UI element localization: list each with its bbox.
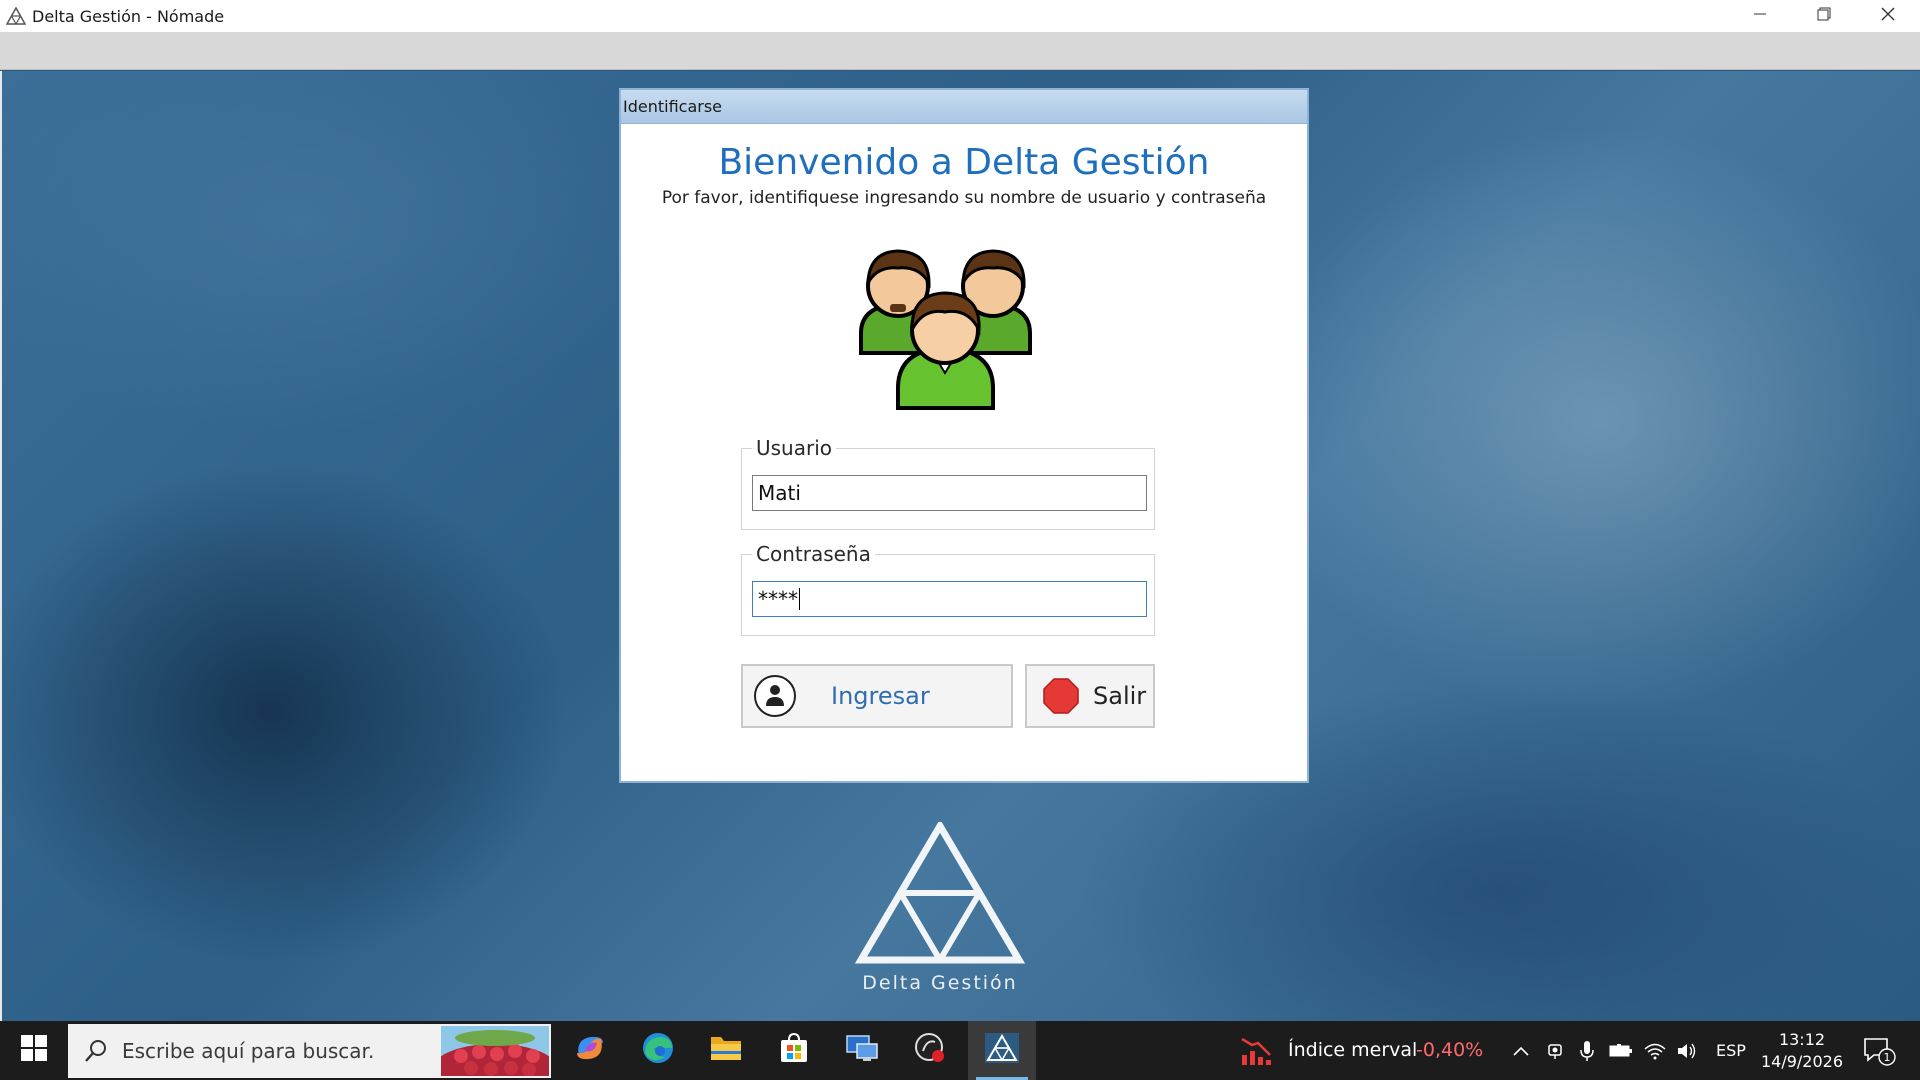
window-title: Delta Gestión - Nómade [32, 6, 225, 26]
welcome-heading: Bienvenido a Delta Gestión [718, 142, 1210, 183]
contrasena-label: Contraseña [752, 542, 875, 566]
password-input[interactable]: **** [752, 581, 1147, 617]
remote-desktop-button[interactable] [828, 1021, 896, 1080]
search-icon [82, 1037, 110, 1065]
delta-triangle-icon [854, 819, 1026, 964]
ingresar-label: Ingresar [831, 682, 930, 710]
restore-icon [1817, 7, 1831, 26]
file-explorer-button[interactable] [692, 1021, 760, 1080]
system-clock[interactable]: 13:12 14/9/2026 [1760, 1029, 1844, 1073]
microphone-icon[interactable] [1572, 1021, 1602, 1080]
edge-button[interactable] [624, 1021, 692, 1080]
text-caret [799, 588, 800, 610]
ingresar-button[interactable]: Ingresar [741, 664, 1013, 728]
dialog-title: Identificarse [621, 90, 1307, 124]
recorder-button[interactable] [896, 1021, 964, 1080]
user-circle-icon [753, 674, 797, 718]
login-dialog: Identificarse Bienvenido a Delta Gestión… [619, 88, 1309, 783]
delta-gestion-taskbar-button[interactable] [968, 1021, 1036, 1080]
store-icon [778, 1032, 810, 1069]
copilot-button[interactable] [556, 1021, 624, 1080]
usuario-label: Usuario [752, 436, 837, 460]
delta-gestion-logo: Delta Gestión [854, 819, 1026, 1012]
recorder-icon [913, 1031, 947, 1070]
notification-icon: 1 [1864, 1038, 1896, 1066]
camera-icon[interactable] [1540, 1021, 1570, 1080]
widget-value[interactable]: -0,40% [1416, 1039, 1483, 1061]
file-explorer-icon [709, 1033, 743, 1068]
notifications-button[interactable]: 1 [1862, 1035, 1898, 1067]
battery-icon[interactable] [1606, 1021, 1636, 1080]
window-border [0, 71, 2, 1021]
username-value: Mati [758, 481, 801, 505]
clock-date: 14/9/2026 [1760, 1052, 1844, 1071]
password-value: **** [758, 587, 798, 611]
users-group-icon [853, 238, 1038, 413]
menu-strip [0, 32, 1920, 70]
salir-button[interactable]: Salir [1025, 664, 1155, 728]
stop-sign-icon [1039, 674, 1083, 718]
copilot-icon [573, 1031, 607, 1070]
username-input[interactable]: Mati [752, 475, 1147, 511]
delta-gestion-icon [985, 1033, 1019, 1068]
search-placeholder: Escribe aquí para buscar. [122, 1039, 375, 1063]
window-titlebar: Delta Gestión - Nómade [0, 0, 1920, 32]
windows-icon [21, 1035, 47, 1066]
taskbar-search[interactable]: Escribe aquí para buscar. [68, 1024, 555, 1080]
clock-time: 13:12 [1778, 1030, 1826, 1049]
contrasena-group: Contraseña **** [741, 542, 1155, 636]
login-instructions: Por favor, identifiquese ingresando su n… [661, 188, 1267, 208]
restore-button[interactable] [1792, 0, 1856, 32]
store-button[interactable] [760, 1021, 828, 1080]
stock-chart-down-icon[interactable] [1240, 1035, 1274, 1067]
delta-app-icon [5, 5, 27, 27]
wifi-icon[interactable] [1640, 1021, 1670, 1080]
close-button[interactable] [1856, 0, 1920, 32]
search-highlight-image [435, 1026, 555, 1080]
close-icon [1880, 6, 1896, 27]
logo-text: Delta Gestión [862, 972, 1018, 994]
volume-icon[interactable] [1672, 1021, 1702, 1080]
edge-icon [641, 1031, 675, 1070]
minimize-icon [1753, 7, 1767, 26]
notification-count: 1 [1884, 1051, 1891, 1064]
usuario-group: Usuario Mati [741, 436, 1155, 530]
language-indicator[interactable]: ESP [1716, 1041, 1746, 1060]
widget-label[interactable]: Índice merval [1288, 1039, 1417, 1061]
remote-desktop-icon [845, 1032, 879, 1069]
minimize-button[interactable] [1728, 0, 1792, 32]
chevron-up-icon[interactable] [1506, 1021, 1536, 1080]
start-button[interactable] [0, 1021, 68, 1080]
salir-label: Salir [1093, 682, 1147, 710]
taskbar: Escribe aquí para buscar. Índice merval … [0, 1021, 1920, 1080]
